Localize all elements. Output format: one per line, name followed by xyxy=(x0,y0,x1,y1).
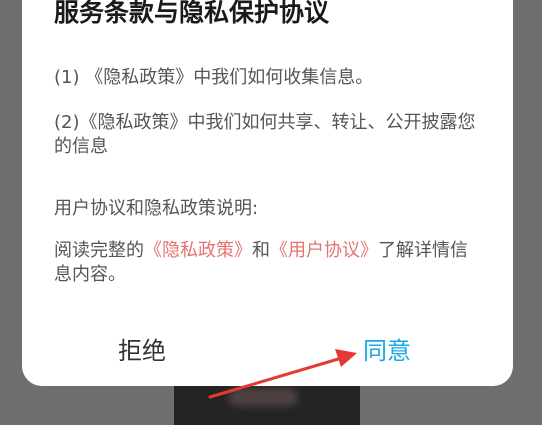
background-blur xyxy=(228,388,298,406)
agree-button[interactable]: 同意 xyxy=(363,336,411,366)
section-heading: 用户协议和隐私政策说明: xyxy=(54,198,259,219)
privacy-policy-link[interactable]: 《隐私政策》 xyxy=(144,240,252,261)
read-prefix: 阅读完整的 xyxy=(54,240,144,261)
dialog-title: 服务条款与隐私保护协议 xyxy=(54,0,330,27)
share-info-item: (2)《隐私政策》中我们如何共享、转让、公开披露您的信息 xyxy=(54,112,476,157)
screen: 服务条款与隐私保护协议 (1) 《隐私政策》中我们如何收集信息。 (2)《隐私政… xyxy=(0,0,542,425)
reject-button[interactable]: 拒绝 xyxy=(118,336,166,366)
collect-info-item: (1) 《隐私政策》中我们如何收集信息。 xyxy=(54,67,374,88)
and-text: 和 xyxy=(252,240,270,261)
user-agreement-link[interactable]: 《用户协议》 xyxy=(270,240,378,261)
privacy-dialog: 服务条款与隐私保护协议 (1) 《隐私政策》中我们如何收集信息。 (2)《隐私政… xyxy=(22,0,513,386)
read-full-text: 阅读完整的《隐私政策》和《用户协议》了解详情信息内容。 xyxy=(54,239,484,287)
